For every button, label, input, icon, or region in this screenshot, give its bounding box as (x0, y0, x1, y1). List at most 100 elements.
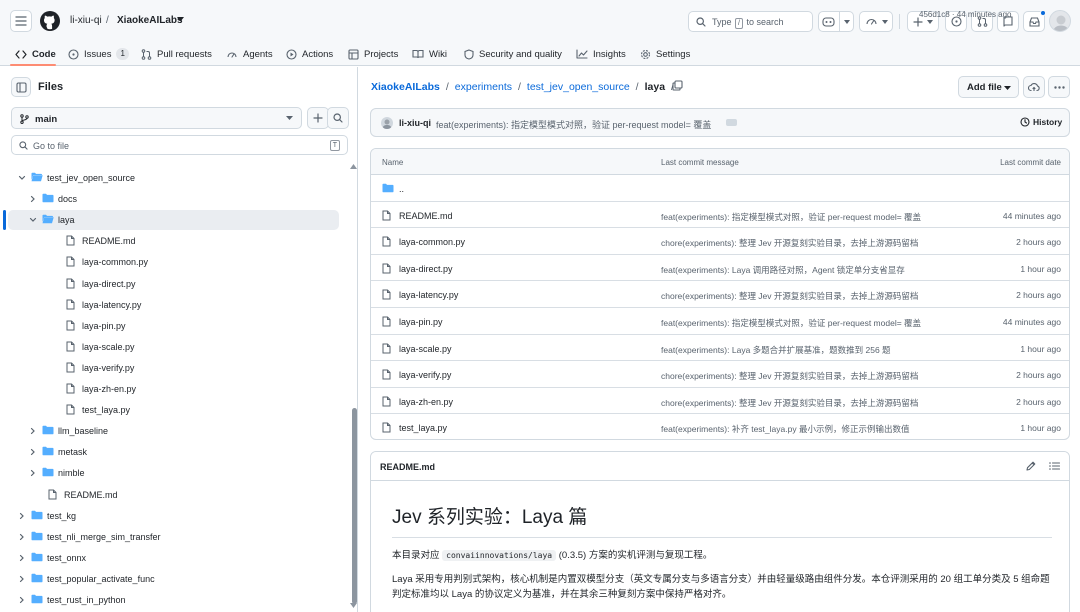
file-row[interactable]: test_laya.py feat(experiments): 补齐 test_l… (371, 414, 1069, 439)
agent-tasks-button[interactable] (859, 11, 893, 32)
tree-file-item[interactable]: README.md (8, 485, 339, 505)
tree-file-item[interactable]: laya-scale.py (8, 337, 339, 357)
file-name-link[interactable]: test_laya.py (399, 423, 447, 433)
scroll-down-icon[interactable] (350, 603, 357, 608)
search-input[interactable]: Type / to search (688, 11, 813, 32)
file-name-link[interactable]: laya-common.py (399, 237, 465, 247)
tab-actions[interactable]: Actions (286, 42, 333, 66)
owner-link[interactable]: li-xiu-qi (70, 15, 102, 26)
tree-folder-item[interactable]: docs (8, 189, 339, 209)
add-file-button[interactable]: Add file (958, 76, 1019, 98)
tree-folder-item[interactable]: test_rust_in_python (8, 590, 339, 610)
tab-settings[interactable]: Settings (640, 42, 690, 66)
tab-security[interactable]: Security and quality (464, 42, 562, 66)
outline-list-icon[interactable] (1049, 461, 1060, 471)
expand-commit-message-icon[interactable] (726, 119, 737, 126)
file-row[interactable]: laya-verify.py chore(experiments): 整理 Jev… (371, 361, 1069, 388)
repo-caret-icon[interactable] (177, 17, 184, 22)
tree-folder-item[interactable]: llm_baseline (8, 421, 339, 441)
file-name-link[interactable]: laya-verify.py (399, 370, 451, 380)
file-row[interactable]: laya-latency.py chore(experiments): 整理 Je… (371, 281, 1069, 308)
chevron-right-icon[interactable] (18, 554, 26, 562)
tab-issues[interactable]: Issues 1 (68, 42, 129, 66)
parent-directory-link[interactable]: .. (399, 184, 404, 194)
tab-wiki[interactable]: Wiki (412, 42, 447, 66)
file-row[interactable]: laya-scale.py feat(experiments): Laya 多题合… (371, 335, 1069, 362)
history-button[interactable]: History (1020, 117, 1062, 127)
breadcrumb-test-jev[interactable]: test_jev_open_source (527, 81, 630, 93)
github-logo-icon[interactable] (40, 11, 60, 31)
chevron-right-icon[interactable] (18, 512, 26, 520)
tree-file-item[interactable]: laya-direct.py (8, 274, 339, 294)
tree-folder-item[interactable]: test_nli_merge_sim_transfer (8, 527, 339, 547)
tab-pull-requests[interactable]: Pull requests (141, 42, 212, 66)
chevron-right-icon[interactable] (29, 469, 37, 477)
file-commit-message[interactable]: feat(experiments): Laya 调用路径对照，Agent 锁定单… (661, 264, 905, 276)
breadcrumb-repo[interactable]: XiaokeAILabs (371, 81, 440, 93)
commit-message[interactable]: feat(experiments): 指定模型模式对照，验证 per-reque… (436, 118, 711, 131)
menu-button[interactable] (10, 10, 32, 32)
commit-author[interactable]: li-xiu-qi (399, 118, 431, 128)
tree-folder-item[interactable]: test_jev_open_source (8, 168, 339, 188)
user-avatar[interactable] (1049, 10, 1071, 32)
file-commit-message[interactable]: feat(experiments): 指定模型模式对照，验证 per-reque… (661, 211, 921, 223)
file-name-link[interactable]: laya-latency.py (399, 290, 458, 300)
chevron-right-icon[interactable] (29, 195, 37, 203)
tree-folder-item[interactable]: test_popular_activate_func (8, 569, 339, 589)
tree-file-item[interactable]: laya-pin.py (8, 316, 339, 336)
tree-folder-item[interactable]: metask (8, 442, 339, 462)
file-name-link[interactable]: laya-direct.py (399, 264, 453, 274)
file-commit-message[interactable]: feat(experiments): Laya 多题合并扩展基准，题数推到 25… (661, 344, 891, 356)
chevron-down-icon[interactable] (29, 216, 37, 224)
chevron-down-icon[interactable] (18, 174, 26, 182)
file-row[interactable]: laya-pin.py feat(experiments): 指定模型模式对照，验… (371, 308, 1069, 335)
file-name-link[interactable]: laya-zh-en.py (399, 397, 453, 407)
file-row[interactable]: laya-zh-en.py chore(experiments): 整理 Jev … (371, 388, 1069, 415)
file-row[interactable]: laya-direct.py feat(experiments): Laya 调用… (371, 255, 1069, 282)
copy-path-icon[interactable] (672, 80, 683, 91)
tree-folder-item[interactable]: test_kg (8, 506, 339, 526)
tab-code[interactable]: Code (15, 42, 56, 66)
tab-agents[interactable]: Agents (226, 42, 273, 66)
parent-directory-row[interactable]: .. (371, 175, 1069, 202)
file-row[interactable]: README.md feat(experiments): 指定模型模式对照，验证 … (371, 202, 1069, 229)
sidebar-scroll-thumb[interactable] (352, 408, 357, 604)
tree-file-item[interactable]: test_laya.py (8, 400, 339, 420)
commit-author-avatar[interactable] (381, 117, 393, 129)
chevron-right-icon[interactable] (29, 427, 37, 435)
chevron-right-icon[interactable] (18, 575, 26, 583)
tree-folder-item[interactable]: nimble (8, 463, 339, 483)
tab-insights[interactable]: Insights (576, 42, 626, 66)
file-name-link[interactable]: laya-pin.py (399, 317, 443, 327)
readme-file-label[interactable]: README.md (380, 462, 435, 472)
chevron-right-icon[interactable] (29, 448, 37, 456)
tree-file-item[interactable]: laya-latency.py (8, 295, 339, 315)
tree-file-item[interactable]: README.md (8, 231, 339, 251)
branch-selector[interactable]: main (11, 107, 302, 129)
file-commit-message[interactable]: chore(experiments): 整理 Jev 开源复刻实验目录，去掉上游… (661, 397, 918, 409)
edit-pencil-icon[interactable] (1026, 461, 1036, 471)
collapse-sidebar-button[interactable] (11, 77, 31, 97)
go-to-file-input[interactable]: Go to file T (11, 135, 348, 155)
file-name-link[interactable]: README.md (399, 211, 453, 221)
search-files-button[interactable] (327, 107, 349, 129)
file-commit-message[interactable]: feat(experiments): 补齐 test_laya.py 最小示例，… (661, 423, 909, 435)
repo-link[interactable]: XiaokeAILabs (117, 15, 183, 26)
file-commit-message[interactable]: chore(experiments): 整理 Jev 开源复刻实验目录，去掉上游… (661, 290, 918, 302)
upload-button[interactable] (1023, 76, 1045, 98)
tree-file-item[interactable]: laya-zh-en.py (8, 379, 339, 399)
file-commit-message[interactable]: chore(experiments): 整理 Jev 开源复刻实验目录，去掉上游… (661, 370, 918, 382)
file-name-link[interactable]: laya-scale.py (399, 344, 452, 354)
chevron-right-icon[interactable] (18, 533, 26, 541)
tab-projects[interactable]: Projects (348, 42, 398, 66)
tree-folder-item[interactable]: laya (3, 210, 339, 231)
chevron-right-icon[interactable] (18, 596, 26, 604)
more-options-button[interactable] (1048, 76, 1070, 98)
copilot-button[interactable] (818, 11, 854, 32)
tree-folder-item[interactable]: test_onnx (8, 548, 339, 568)
breadcrumb-experiments[interactable]: experiments (455, 81, 512, 93)
scroll-up-icon[interactable] (350, 164, 357, 169)
file-row[interactable]: laya-common.py chore(experiments): 整理 Jev… (371, 228, 1069, 255)
tree-file-item[interactable]: laya-common.py (8, 252, 339, 272)
tree-file-item[interactable]: laya-verify.py (8, 358, 339, 378)
